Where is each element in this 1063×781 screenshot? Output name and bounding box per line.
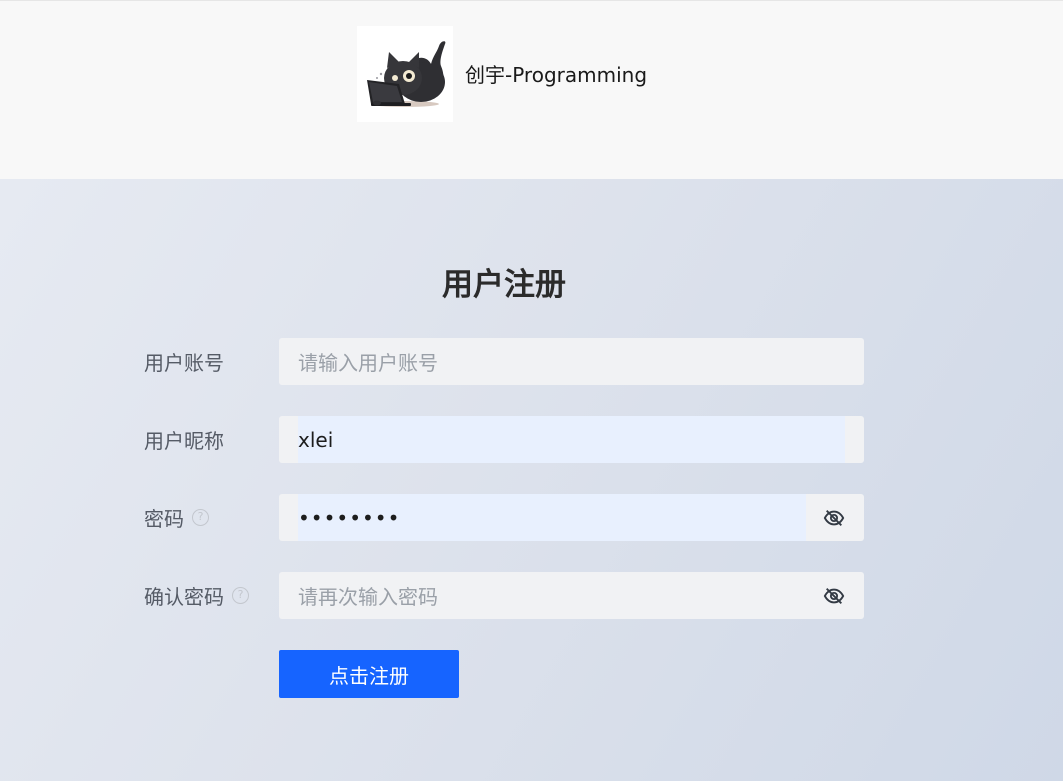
nickname-input[interactable]: xlei: [279, 416, 864, 463]
account-placeholder: 请输入用户账号: [298, 351, 438, 375]
register-panel: 用户注册 用户账号 请输入用户账号 用户昵称 xlei 密码 ? •••••••…: [0, 179, 1063, 781]
nickname-autofill-bg: [298, 416, 845, 463]
nickname-label-text: 用户昵称: [144, 429, 224, 453]
confirm-password-placeholder: 请再次输入密码: [298, 585, 438, 609]
question-circle-icon[interactable]: ?: [192, 509, 209, 526]
confirm-password-row: 确认密码 ? 请再次输入密码: [0, 572, 1063, 619]
eye-slash-icon[interactable]: [823, 585, 845, 607]
form-title: 用户注册: [442, 267, 566, 303]
register-submit-button[interactable]: 点击注册: [279, 650, 459, 698]
cat-logo-icon[interactable]: [357, 26, 453, 122]
nickname-label: 用户昵称: [144, 416, 224, 463]
confirm-password-input[interactable]: 请再次输入密码: [279, 572, 864, 619]
site-header: 创宇-Programming: [0, 0, 1063, 179]
question-circle-icon[interactable]: ?: [232, 587, 249, 604]
password-label: 密码 ?: [144, 494, 209, 541]
account-row: 用户账号 请输入用户账号: [0, 338, 1063, 385]
nickname-row: 用户昵称 xlei: [0, 416, 1063, 463]
password-value: ••••••••: [298, 505, 401, 530]
password-row: 密码 ? ••••••••: [0, 494, 1063, 541]
confirm-password-label-text: 确认密码: [144, 585, 224, 609]
nickname-value: xlei: [298, 427, 334, 452]
password-input[interactable]: ••••••••: [279, 494, 864, 541]
confirm-password-label: 确认密码 ?: [144, 572, 249, 619]
eye-slash-icon[interactable]: [823, 507, 845, 529]
account-label-text: 用户账号: [144, 351, 224, 375]
account-input[interactable]: 请输入用户账号: [279, 338, 864, 385]
password-label-text: 密码: [144, 507, 184, 531]
brand-name: 创宇-Programming: [465, 63, 648, 87]
account-label: 用户账号: [144, 338, 224, 385]
